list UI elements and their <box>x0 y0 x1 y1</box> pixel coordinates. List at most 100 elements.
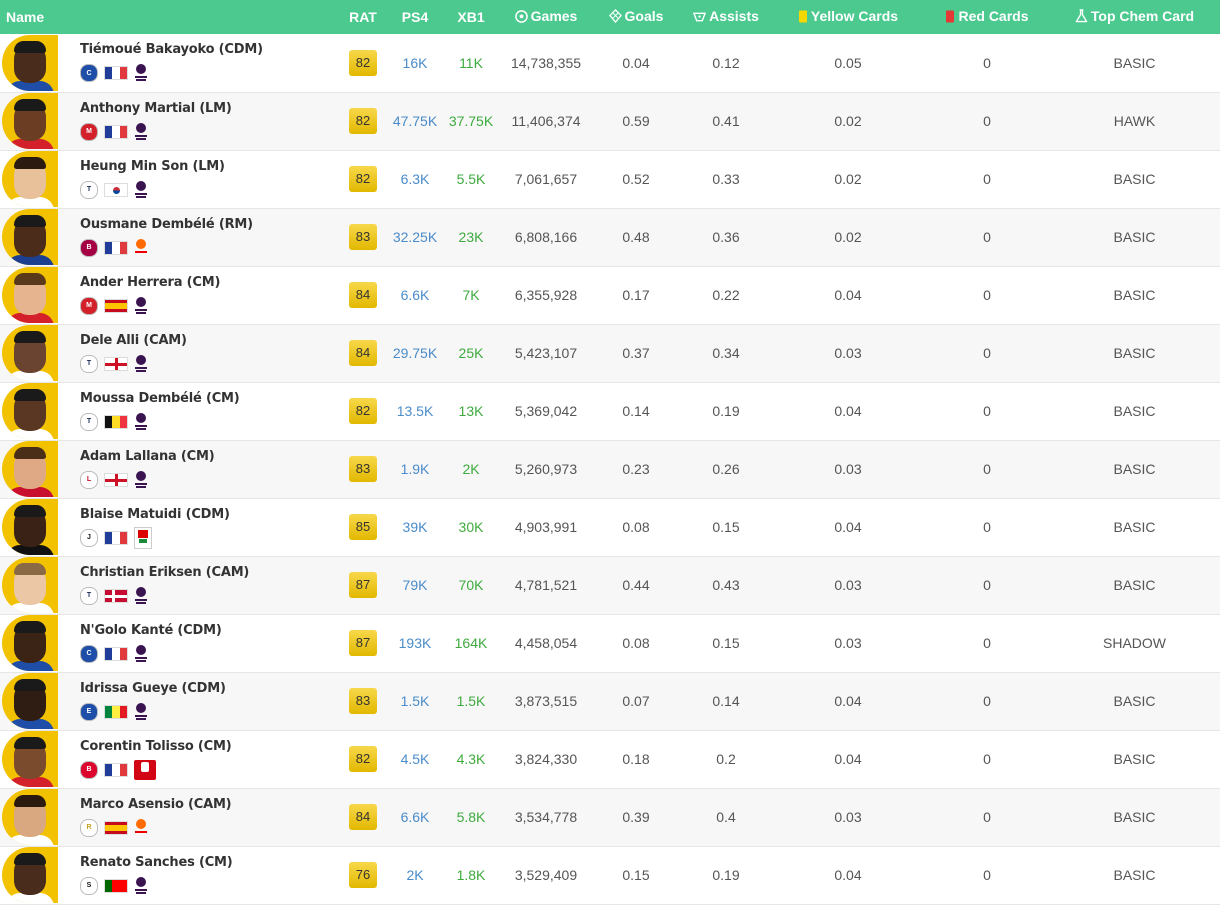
player-name[interactable]: Dele Alli (CAM) <box>80 333 187 348</box>
players-table: Name RAT PS4 XB1 Games Goals Assists Yel… <box>0 0 1220 905</box>
player-row[interactable]: Moussa Dembélé (CM) T 82 13.5K 13K 5,369… <box>0 382 1220 440</box>
header-red-label: Red Cards <box>958 8 1029 24</box>
player-avatar[interactable] <box>2 673 58 729</box>
red-cards-per-game: 0 <box>983 809 991 825</box>
player-avatar[interactable] <box>2 383 58 439</box>
header-games-label: Games <box>530 8 578 24</box>
player-row[interactable]: Dele Alli (CAM) T 84 29.75K 25K 5,423,10… <box>0 324 1220 382</box>
rating-cell: 83 <box>337 672 389 730</box>
header-games[interactable]: Games <box>501 0 591 34</box>
club-badge-bayern: B <box>80 760 98 779</box>
player-avatar[interactable] <box>2 209 58 265</box>
ps4-price: 4.5K <box>400 751 430 767</box>
goals-per-game: 0.14 <box>622 403 650 419</box>
xb1-price: 5.5K <box>456 171 486 187</box>
nation-flag-england <box>104 472 128 487</box>
nation-flag-france <box>104 124 128 139</box>
player-row[interactable]: Blaise Matuidi (CDM) J 85 39K 30K 4,903,… <box>0 498 1220 556</box>
header-red-cards[interactable]: Red Cards <box>925 0 1049 34</box>
player-name[interactable]: Tiémoué Bakayoko (CDM) <box>80 42 263 57</box>
player-avatar[interactable] <box>2 267 58 323</box>
club-badge-chelsea: C <box>80 644 98 663</box>
rating-badge: 82 <box>349 166 377 192</box>
player-name[interactable]: Ousmane Dembélé (RM) <box>80 217 253 232</box>
premier-league-logo <box>134 296 148 315</box>
assists-per-game: 0.4 <box>716 809 736 825</box>
header-xb1[interactable]: XB1 <box>441 0 501 34</box>
rating-badge: 83 <box>349 224 377 250</box>
club-badge-tottenham: T <box>80 586 98 605</box>
ps4-price: 2K <box>406 867 424 883</box>
player-name[interactable]: Renato Sanches (CM) <box>80 855 233 870</box>
header-ps4[interactable]: PS4 <box>389 0 441 34</box>
player-avatar[interactable] <box>2 557 58 613</box>
player-row[interactable]: Renato Sanches (CM) S 76 2K 1.8K 3,529,4… <box>0 846 1220 904</box>
player-row[interactable]: Idrissa Gueye (CDM) E 83 1.5K 1.5K 3,873… <box>0 672 1220 730</box>
player-row[interactable]: Heung Min Son (LM) T 82 6.3K 5.5K 7,061,… <box>0 150 1220 208</box>
player-name[interactable]: Heung Min Son (LM) <box>80 159 225 174</box>
player-row[interactable]: Tiémoué Bakayoko (CDM) C 82 16K 11K 14,7… <box>0 34 1220 92</box>
player-avatar[interactable] <box>2 615 58 671</box>
games-count: 3,529,409 <box>514 867 578 883</box>
player-name[interactable]: Christian Eriksen (CAM) <box>80 565 249 580</box>
player-avatar[interactable] <box>2 847 58 903</box>
goals-per-game: 0.18 <box>622 751 650 767</box>
player-row[interactable]: Corentin Tolisso (CM) B 82 4.5K 4.3K 3,8… <box>0 730 1220 788</box>
player-row[interactable]: Adam Lallana (CM) L 83 1.9K 2K 5,260,973… <box>0 440 1220 498</box>
top-chem-card: SHADOW <box>1103 635 1166 651</box>
player-name[interactable]: Blaise Matuidi (CDM) <box>80 507 230 522</box>
player-name[interactable]: Moussa Dembélé (CM) <box>80 391 240 406</box>
player-avatar[interactable] <box>2 731 58 787</box>
xb1-price: 13K <box>458 403 484 419</box>
player-row[interactable]: Anthony Martial (LM) M 82 47.75K 37.75K … <box>0 92 1220 150</box>
games-count: 14,738,355 <box>510 54 582 71</box>
player-name[interactable]: Anthony Martial (LM) <box>80 101 232 116</box>
games-count: 3,824,330 <box>514 751 578 767</box>
player-avatar[interactable] <box>2 93 58 149</box>
nation-flag-spain <box>104 298 128 313</box>
header-rat[interactable]: RAT <box>337 0 389 34</box>
serie-a-logo <box>134 526 152 549</box>
player-avatar[interactable] <box>2 151 58 207</box>
header-yellow-label: Yellow Cards <box>810 8 899 24</box>
header-yellow-cards[interactable]: Yellow Cards <box>771 0 925 34</box>
player-name[interactable]: Ander Herrera (CM) <box>80 275 220 290</box>
goal-net-icon <box>608 9 622 26</box>
premier-league-logo <box>134 122 148 141</box>
header-name[interactable]: Name <box>0 0 337 34</box>
nation-flag-korea <box>104 182 128 197</box>
rating-cell: 82 <box>337 34 389 92</box>
assists-per-game: 0.15 <box>712 635 740 651</box>
player-name[interactable]: N'Golo Kanté (CDM) <box>80 623 222 638</box>
header-goals[interactable]: Goals <box>591 0 681 34</box>
nation-flag-france <box>104 240 128 255</box>
player-avatar[interactable] <box>2 499 58 555</box>
player-row[interactable]: N'Golo Kanté (CDM) C 87 193K 164K 4,458,… <box>0 614 1220 672</box>
assists-per-game: 0.15 <box>712 519 740 535</box>
red-card-icon <box>945 10 955 26</box>
player-avatar[interactable] <box>2 441 58 497</box>
club-badge-liverpool: L <box>80 470 98 489</box>
player-name[interactable]: Adam Lallana (CM) <box>80 449 215 464</box>
rating-badge: 82 <box>349 398 377 424</box>
header-top-chem-card[interactable]: Top Chem Card <box>1049 0 1220 34</box>
player-row[interactable]: Christian Eriksen (CAM) T 87 79K 70K 4,7… <box>0 556 1220 614</box>
assists-per-game: 0.33 <box>712 171 740 187</box>
rating-badge: 84 <box>349 282 377 308</box>
player-name[interactable]: Corentin Tolisso (CM) <box>80 739 232 754</box>
player-row[interactable]: Ousmane Dembélé (RM) B 83 32.25K 23K 6,8… <box>0 208 1220 266</box>
player-avatar[interactable] <box>2 789 58 845</box>
player-avatar[interactable] <box>2 325 58 381</box>
player-name[interactable]: Idrissa Gueye (CDM) <box>80 681 226 696</box>
player-avatar[interactable] <box>2 34 58 91</box>
player-name[interactable]: Marco Asensio (CAM) <box>80 797 232 812</box>
club-badge-barcelona: B <box>80 238 98 257</box>
rating-cell: 87 <box>337 614 389 672</box>
xb1-price: 2K <box>462 461 480 477</box>
player-row[interactable]: Ander Herrera (CM) M 84 6.6K 7K 6,355,92… <box>0 266 1220 324</box>
laliga-logo <box>134 818 148 837</box>
player-row[interactable]: Marco Asensio (CAM) R 84 6.6K 5.8K 3,534… <box>0 788 1220 846</box>
club-badge-man-utd: M <box>80 122 98 141</box>
header-assists[interactable]: Assists <box>681 0 771 34</box>
xb1-price: 30K <box>458 519 484 535</box>
